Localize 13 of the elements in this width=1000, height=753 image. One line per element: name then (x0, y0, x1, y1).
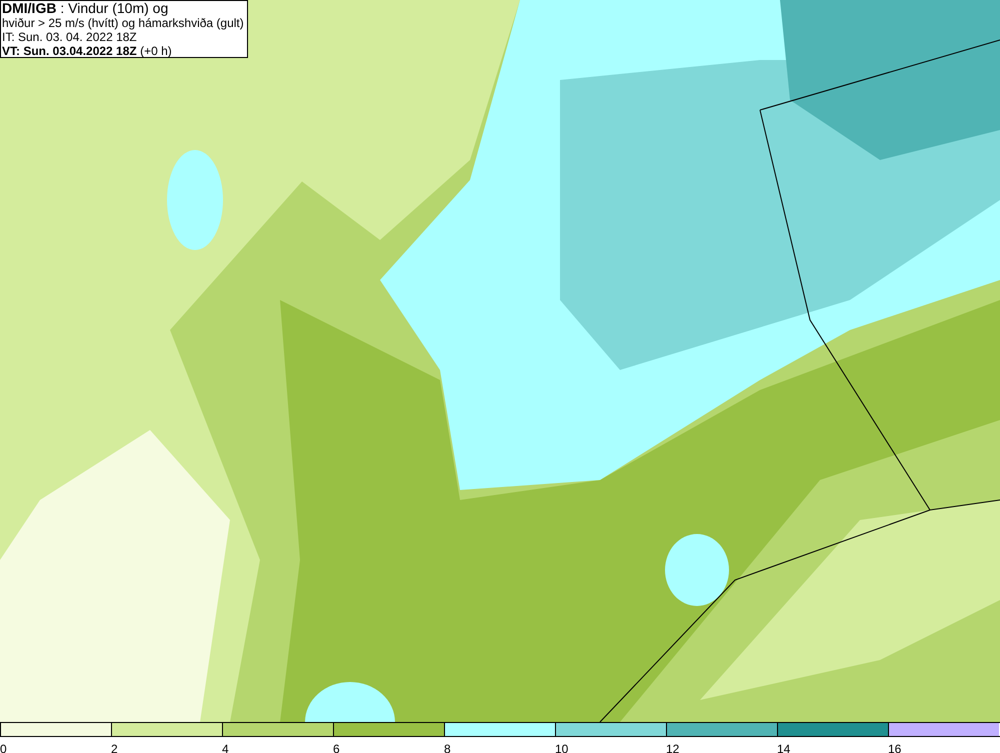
legend-label: 14 (777, 742, 790, 753)
legend-label: 16 (888, 742, 902, 753)
map-subtitle: VT: Sun. 03.04.2022 18Z (+0 h) (2, 44, 173, 58)
legend-label: 10 (555, 742, 568, 753)
map-subtitle: hviður > 25 m/s (hvítt) og hámarkshviða (gult) (2, 16, 244, 30)
legend-label: 0 (0, 742, 7, 753)
legend-label: 2 (111, 742, 118, 753)
legend-label: 12 (666, 742, 680, 753)
legend-label: 6 (333, 742, 340, 753)
legend-label: 8 (444, 742, 451, 753)
map-title: DMI/IGB : Vindur (10m) og (2, 1, 170, 16)
legend-label: 4 (222, 742, 229, 753)
map-subtitle: IT: Sun. 03. 04. 2022 18Z (2, 30, 138, 44)
